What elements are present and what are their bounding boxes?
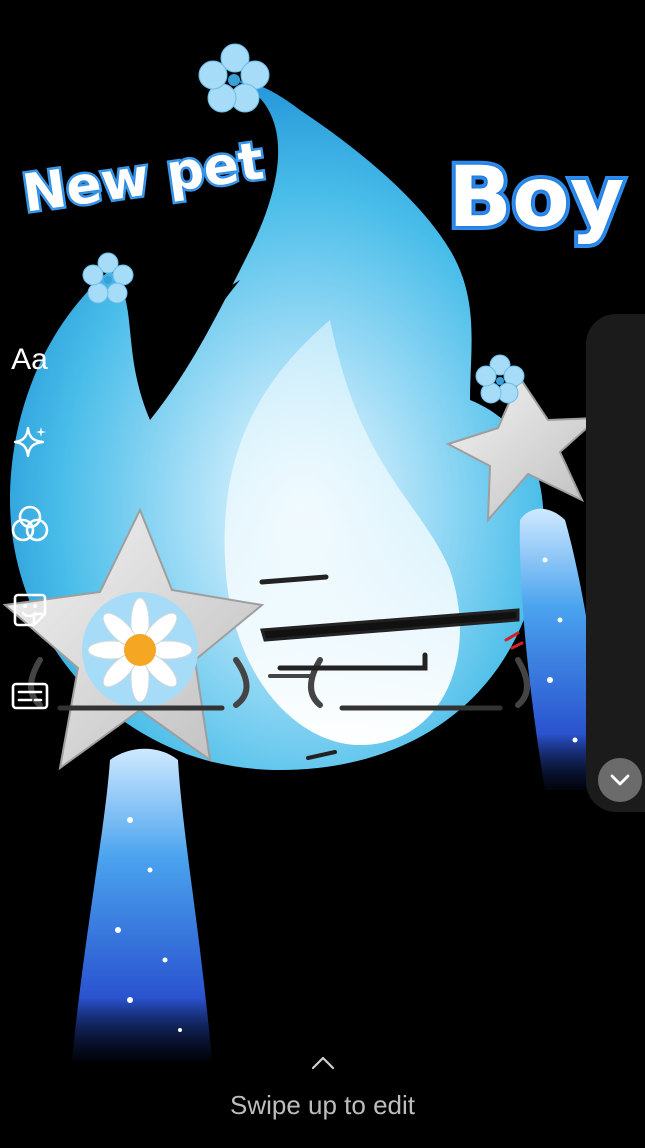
text-aa-icon: Aa (11, 343, 48, 376)
daisy-flower (82, 592, 198, 708)
blossom-left (82, 252, 134, 304)
sparkle-icon (13, 426, 46, 458)
caption-box-icon (11, 682, 48, 710)
chevron-up-icon (311, 1056, 335, 1070)
captions-tool-button[interactable] (0, 668, 59, 724)
blossom-right (475, 354, 525, 404)
effects-tool-button[interactable] (0, 414, 59, 470)
editor-tool-rail (586, 314, 645, 812)
more-tools-button[interactable] (598, 758, 642, 802)
chevron-down-icon (610, 774, 630, 786)
boy-sticker[interactable]: Boy (444, 144, 628, 250)
left-jet (72, 748, 212, 1060)
filter-circles-icon (11, 505, 48, 542)
filters-tool-button[interactable] (0, 496, 59, 552)
swipe-up-hint[interactable]: Swipe up to edit (0, 1090, 645, 1121)
text-tool-button[interactable]: Aa (0, 332, 59, 388)
stickers-tool-button[interactable] (0, 582, 59, 638)
blossom-top (198, 43, 270, 113)
sticker-smile-icon (13, 593, 46, 627)
